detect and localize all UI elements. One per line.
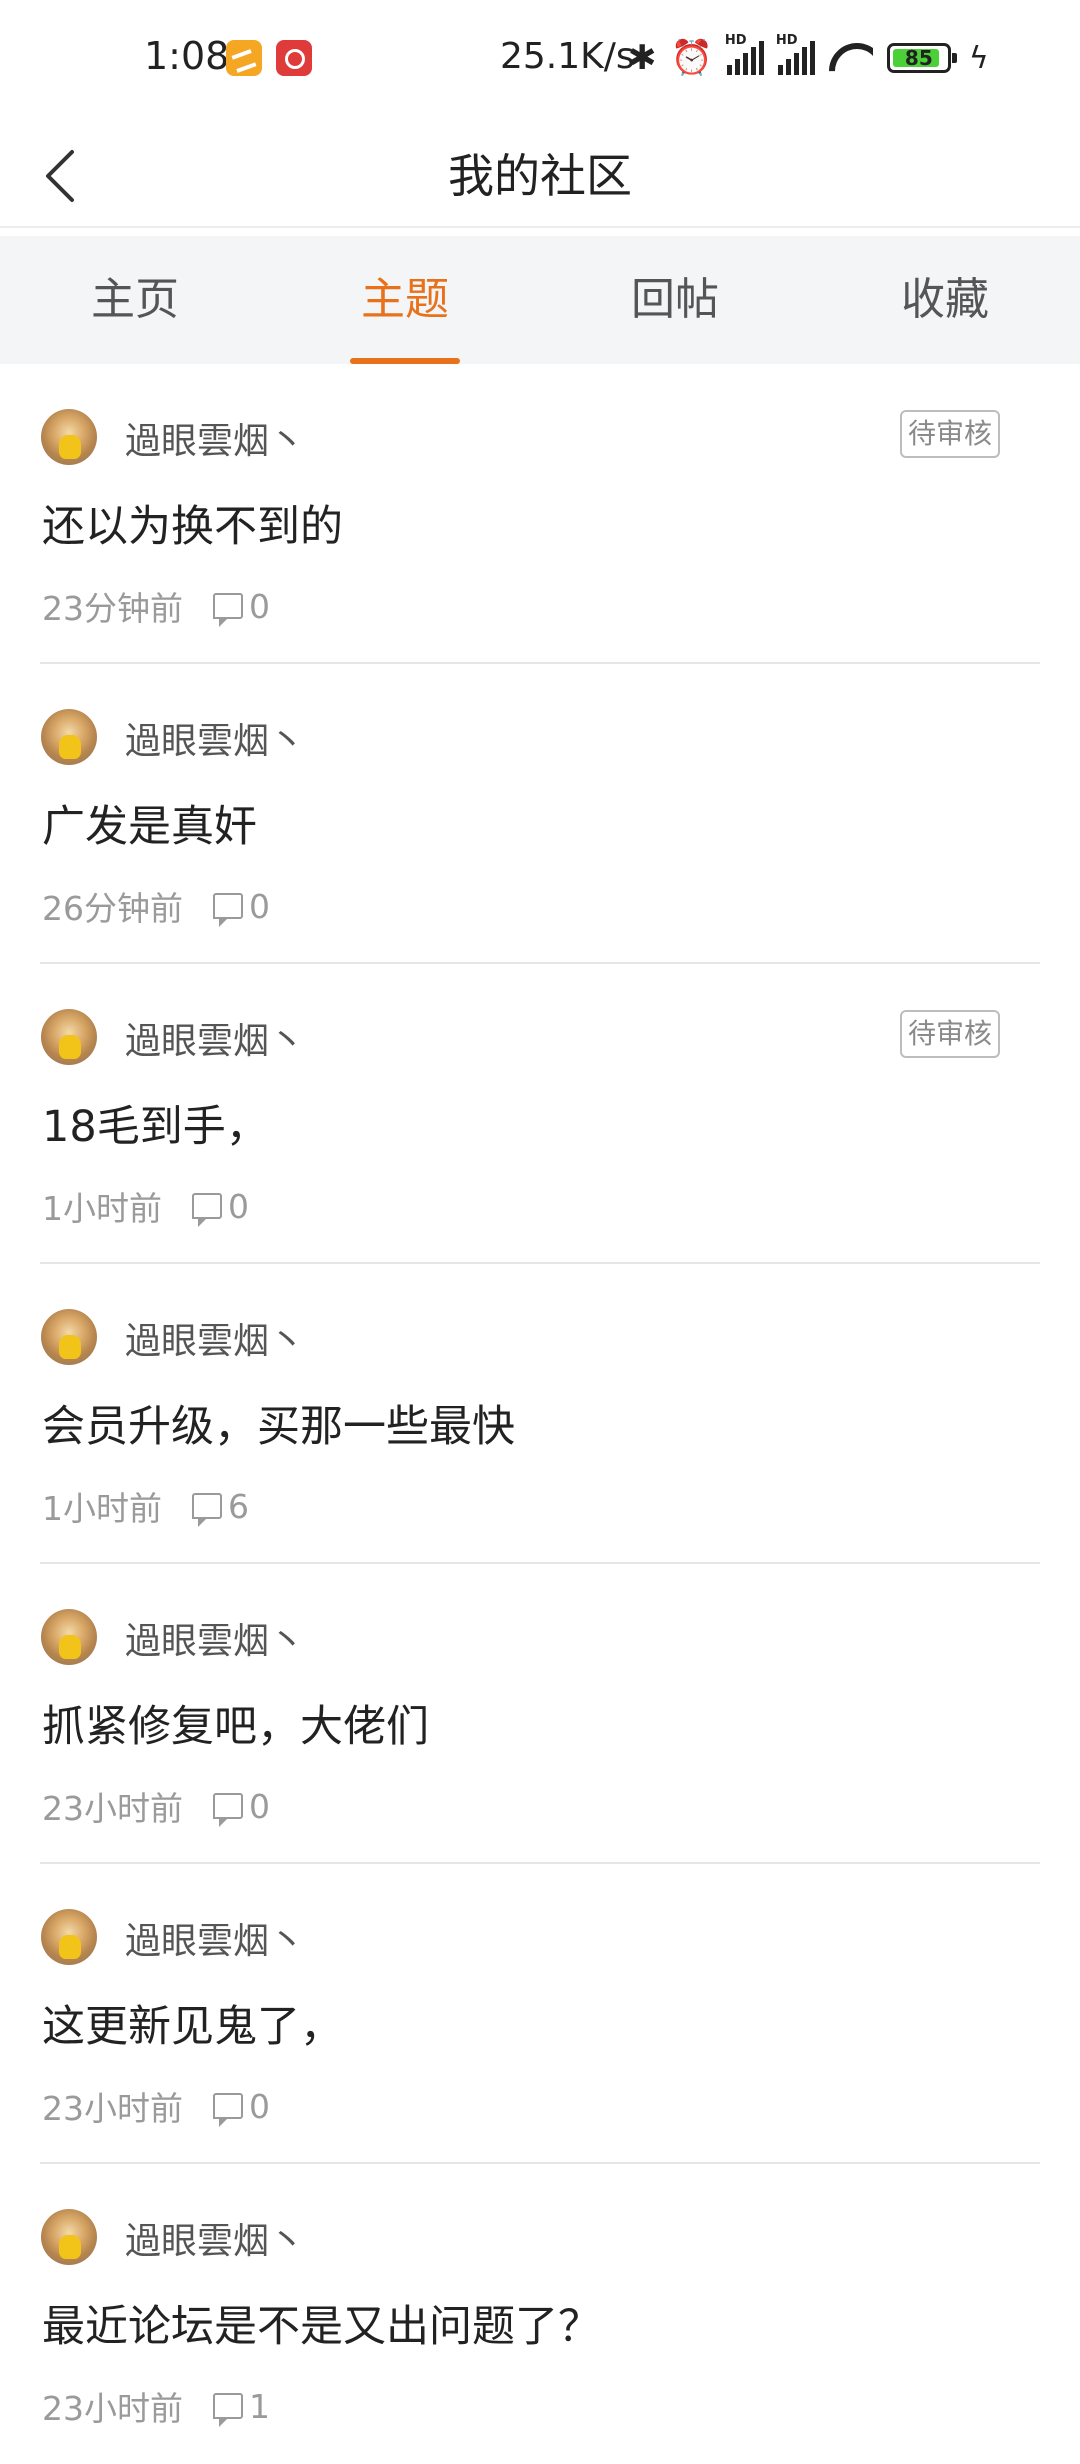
post-time: 1小时前: [42, 1489, 162, 1528]
tab-favorites[interactable]: 收藏: [810, 236, 1080, 364]
comment-icon: [192, 1493, 222, 1527]
avatar[interactable]: [41, 1009, 97, 1065]
alarm-icon: ⏰: [670, 38, 713, 78]
post-title[interactable]: 广发是真奸: [42, 792, 257, 854]
comment-count: 0: [249, 1786, 270, 1826]
signal-hd-icon: HD: [725, 33, 764, 75]
post-meta: 23小时前 1: [42, 2382, 270, 2430]
netease-music-icon: [276, 40, 312, 76]
post-meta: 1小时前 0: [42, 1182, 249, 1230]
post-meta: 23小时前 0: [42, 2082, 270, 2130]
post-time: 23小时前: [42, 2089, 183, 2128]
username[interactable]: 過眼雲烟丶: [125, 1612, 305, 1664]
avatar[interactable]: [41, 1609, 97, 1665]
post-time: 23分钟前: [42, 589, 183, 628]
post-meta: 23分钟前 0: [42, 582, 270, 630]
charging-icon: ϟ: [968, 40, 989, 76]
list-item[interactable]: 過眼雲烟丶 广发是真奸 26分钟前 0: [40, 664, 1040, 964]
signal-hd-icon: HD: [776, 33, 815, 75]
bluetooth-icon: ✱: [628, 38, 657, 78]
avatar[interactable]: [41, 1909, 97, 1965]
post-time: 23小时前: [42, 2389, 183, 2428]
username[interactable]: 過眼雲烟丶: [125, 1312, 305, 1364]
status-bar: 1:08 25.1K/s ✱ ⏰ HD HD 85 ϟ: [0, 0, 1080, 120]
status-badge: 待审核: [899, 410, 1000, 458]
list-item[interactable]: 過眼雲烟丶 抓紧修复吧，大佬们 23小时前 0: [40, 1564, 1040, 1864]
page-title: 我的社区: [448, 149, 632, 203]
tab-home[interactable]: 主页: [0, 236, 270, 364]
username[interactable]: 過眼雲烟丶: [125, 1912, 305, 1964]
post-title[interactable]: 抓紧修复吧，大佬们: [42, 1692, 429, 1754]
app-badge-icon: [226, 40, 262, 76]
list-item[interactable]: 過眼雲烟丶 会员升级，买那一些最快 1小时前 6: [40, 1264, 1040, 1564]
username[interactable]: 過眼雲烟丶: [125, 2212, 305, 2264]
tab-bar: 主页 主题 回帖 收藏: [0, 236, 1080, 364]
post-time: 26分钟前: [42, 889, 183, 928]
comment-icon: [192, 1193, 222, 1227]
status-icons: ✱ ⏰ HD HD 85 ϟ: [628, 33, 989, 80]
tab-replies[interactable]: 回帖: [540, 236, 810, 364]
post-title[interactable]: 还以为换不到的: [42, 492, 343, 554]
comment-icon: [213, 593, 243, 627]
avatar[interactable]: [41, 2209, 97, 2265]
username[interactable]: 過眼雲烟丶: [125, 412, 305, 464]
comment-count: 0: [249, 886, 270, 926]
comment-count: 0: [249, 586, 270, 626]
comment-count: 1: [249, 2386, 270, 2426]
comment-count: 0: [228, 1186, 249, 1226]
comment-icon: [213, 893, 243, 927]
post-meta: 23小时前 0: [42, 1782, 270, 1830]
network-speed: 25.1K/s: [500, 36, 635, 77]
avatar[interactable]: [41, 409, 97, 465]
tab-topics[interactable]: 主题: [270, 236, 540, 364]
list-item[interactable]: 過眼雲烟丶 最近论坛是不是又出问题了？ 23小时前 1: [40, 2164, 1040, 2464]
status-badge: 待审核: [899, 1010, 1000, 1058]
post-meta: 1小时前 6: [42, 1482, 249, 1530]
username[interactable]: 過眼雲烟丶: [125, 712, 305, 764]
battery-icon: 85: [886, 43, 957, 73]
comment-icon: [213, 2393, 243, 2427]
post-meta: 26分钟前 0: [42, 882, 270, 930]
post-title[interactable]: 最近论坛是不是又出问题了？: [42, 2292, 601, 2354]
list-item[interactable]: 過眼雲烟丶 待审核 18毛到手， 1小时前 0: [40, 964, 1040, 1264]
comment-icon: [213, 1793, 243, 1827]
status-time: 1:08: [144, 34, 230, 78]
post-list: 過眼雲烟丶 待审核 还以为换不到的 23分钟前 0 過眼雲烟丶 广发是真奸 26…: [0, 364, 1080, 2464]
avatar[interactable]: [41, 1309, 97, 1365]
post-time: 23小时前: [42, 1789, 183, 1828]
post-title[interactable]: 会员升级，买那一些最快: [42, 1392, 515, 1454]
comment-count: 6: [228, 1486, 249, 1526]
post-title[interactable]: 18毛到手，: [42, 1092, 269, 1154]
comment-icon: [213, 2093, 243, 2127]
comment-count: 0: [249, 2086, 270, 2126]
username[interactable]: 過眼雲烟丶: [125, 1012, 305, 1064]
post-time: 1小时前: [42, 1189, 162, 1228]
list-item[interactable]: 過眼雲烟丶 这更新见鬼了， 23小时前 0: [40, 1864, 1040, 2164]
app-header: 我的社区: [0, 120, 1080, 228]
post-title[interactable]: 这更新见鬼了，: [42, 1992, 343, 2054]
avatar[interactable]: [41, 709, 97, 765]
battery-level: 85: [904, 46, 933, 70]
list-item[interactable]: 過眼雲烟丶 待审核 还以为换不到的 23分钟前 0: [40, 364, 1040, 664]
wifi-icon: [829, 41, 873, 75]
